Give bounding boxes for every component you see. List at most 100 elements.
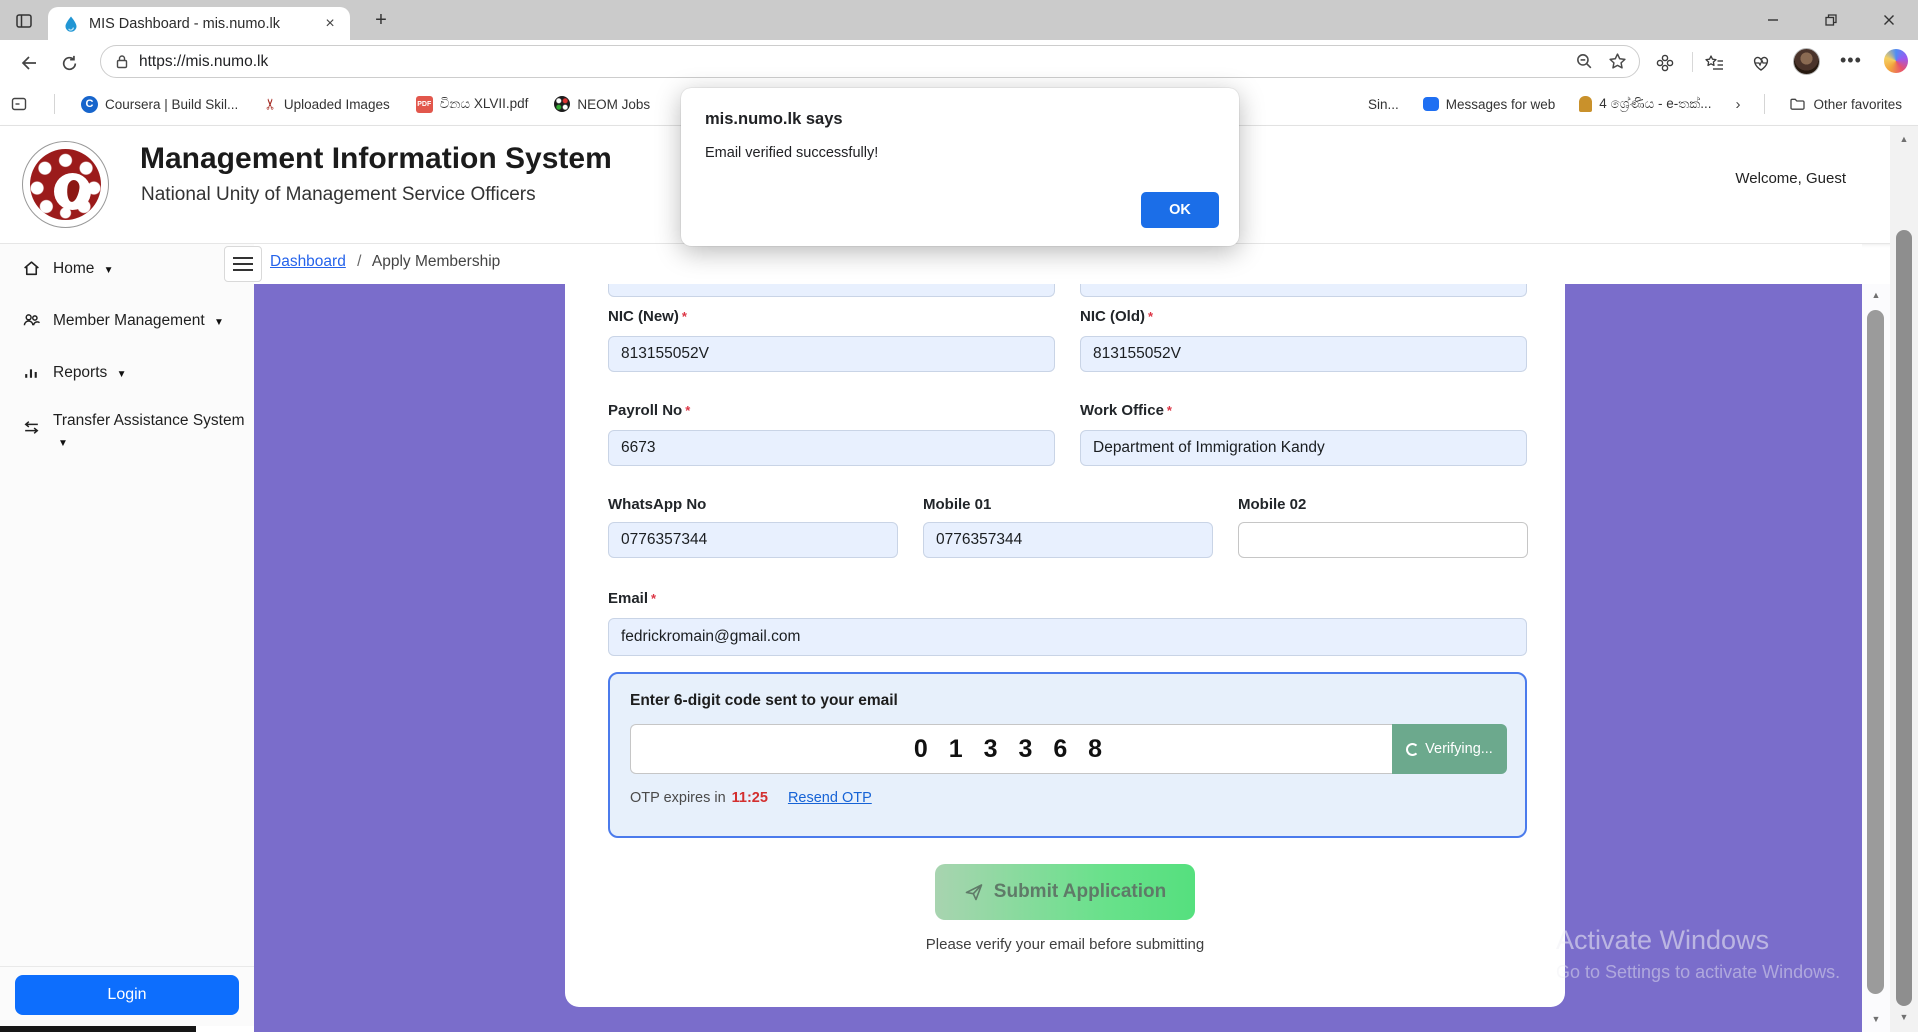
- browser-titlebar: MIS Dashboard - mis.numo.lk × +: [0, 0, 1918, 40]
- back-button[interactable]: [16, 50, 42, 76]
- content-scrollbar[interactable]: ▲ ▼: [1862, 284, 1890, 1032]
- sidebar: Home ▼ Member Management ▼ Reports ▼ Tra…: [0, 244, 254, 1026]
- organization-logo: [22, 141, 109, 228]
- submit-application-button[interactable]: Submit Application: [935, 864, 1195, 920]
- scroll-down-icon[interactable]: ▼: [1890, 1012, 1918, 1022]
- sidebar-toggle-button[interactable]: [224, 246, 262, 282]
- nic-new-field[interactable]: [608, 336, 1055, 372]
- verify-otp-button[interactable]: Verifying...: [1392, 724, 1507, 774]
- browser-tab[interactable]: MIS Dashboard - mis.numo.lk ×: [48, 7, 350, 40]
- bookmark-uploaded-images[interactable]: ✂ Uploaded Images: [264, 95, 389, 113]
- sidebar-item-home[interactable]: Home ▼: [0, 258, 254, 281]
- bookmark-pdf[interactable]: PDF විනය XLVII.pdf: [416, 96, 529, 113]
- caret-down-icon: ▼: [117, 369, 127, 380]
- mobile2-field[interactable]: [1238, 522, 1528, 558]
- otp-code-input[interactable]: [630, 724, 1392, 774]
- whatsapp-field[interactable]: [608, 522, 898, 558]
- neom-favicon-icon: [554, 96, 570, 112]
- scroll-up-icon[interactable]: ▲: [1890, 134, 1918, 144]
- address-bar[interactable]: https://mis.numo.lk: [100, 45, 1640, 78]
- close-window-button[interactable]: [1860, 0, 1918, 40]
- required-asterisk: *: [1167, 403, 1172, 418]
- application-form-card: NIC (New)* NIC (Old)* Payroll No* Work O…: [565, 284, 1565, 1007]
- other-favorites-button[interactable]: Other favorites: [1789, 96, 1902, 113]
- bookmark-messages-for-web[interactable]: Messages for web: [1423, 97, 1556, 112]
- settings-more-icon[interactable]: •••: [1840, 50, 1862, 71]
- url-text: https://mis.numo.lk: [139, 53, 1575, 71]
- resend-otp-link[interactable]: Resend OTP: [788, 790, 872, 806]
- messages-favicon-icon: [1423, 97, 1439, 111]
- otp-panel: Enter 6-digit code sent to your email Ve…: [608, 672, 1527, 838]
- mobile1-field[interactable]: [923, 522, 1213, 558]
- tab-actions-icon[interactable]: [12, 9, 36, 33]
- scroll-down-icon[interactable]: ▼: [1862, 1014, 1890, 1024]
- required-asterisk: *: [685, 403, 690, 418]
- bookmark-grade4[interactable]: 4 ශ්‍රේණිය - e-තක්...: [1579, 96, 1711, 112]
- tab-title: MIS Dashboard - mis.numo.lk: [89, 16, 320, 32]
- uploaded-images-favicon-icon: ✂: [262, 98, 280, 111]
- email-label: Email*: [608, 590, 656, 607]
- work-office-field[interactable]: [1080, 430, 1527, 466]
- favorite-star-icon[interactable]: [1608, 52, 1627, 71]
- login-button[interactable]: Login: [15, 975, 239, 1015]
- members-icon: [22, 311, 41, 330]
- refresh-button[interactable]: [56, 50, 82, 76]
- cropped-input-left[interactable]: [608, 284, 1055, 297]
- alert-ok-button[interactable]: OK: [1141, 192, 1219, 228]
- sidebar-item-reports[interactable]: Reports ▼: [0, 362, 254, 385]
- tab-close-icon[interactable]: ×: [320, 14, 340, 34]
- collections-icon[interactable]: [10, 95, 28, 113]
- window-scrollbar[interactable]: ▲ ▼: [1890, 126, 1918, 1032]
- extensions-icon[interactable]: [1652, 50, 1678, 76]
- breadcrumb-dashboard-link[interactable]: Dashboard: [270, 253, 346, 270]
- caret-down-icon: ▼: [58, 438, 68, 449]
- window-scrollbar-thumb[interactable]: [1896, 230, 1912, 1006]
- emblem-favicon-icon: [1579, 96, 1592, 112]
- bookmarks-overflow-chevron-icon[interactable]: ›: [1735, 96, 1740, 113]
- coursera-favicon-icon: C: [81, 96, 98, 113]
- content-scrollbar-thumb[interactable]: [1867, 310, 1884, 994]
- payroll-field[interactable]: [608, 430, 1055, 466]
- scroll-up-icon[interactable]: ▲: [1862, 290, 1890, 300]
- nic-old-label: NIC (Old)*: [1080, 308, 1153, 325]
- welcome-text: Welcome, Guest: [1735, 170, 1846, 187]
- sidebar-label-transfer-assistance: Transfer Assistance System: [53, 412, 245, 429]
- mobile1-label: Mobile 01: [923, 496, 991, 513]
- pdf-favicon-icon: PDF: [416, 96, 433, 113]
- zoom-out-icon[interactable]: [1575, 52, 1594, 71]
- cropped-input-right[interactable]: [1080, 284, 1527, 297]
- email-field[interactable]: [608, 618, 1527, 656]
- taskbar-edge: [0, 1026, 196, 1032]
- bookmark-coursera[interactable]: C Coursera | Build Skil...: [81, 96, 238, 113]
- activate-windows-watermark: Activate Windows: [1556, 925, 1769, 956]
- required-asterisk: *: [651, 591, 656, 606]
- bookmarks-divider-right: [1764, 94, 1765, 114]
- minimize-button[interactable]: [1744, 0, 1802, 40]
- site-subtitle: National Unity of Management Service Off…: [141, 184, 536, 206]
- caret-down-icon: ▼: [104, 265, 114, 276]
- favorites-list-icon[interactable]: [1702, 50, 1728, 76]
- otp-heading: Enter 6-digit code sent to your email: [630, 692, 898, 710]
- nic-old-field[interactable]: [1080, 336, 1527, 372]
- window-controls: [1744, 0, 1918, 40]
- whatsapp-label: WhatsApp No: [608, 496, 706, 513]
- restore-button[interactable]: [1802, 0, 1860, 40]
- spinner-icon: [1406, 743, 1419, 756]
- profile-avatar[interactable]: [1793, 48, 1820, 75]
- submit-note: Please verify your email before submitti…: [565, 936, 1565, 953]
- browser-essentials-icon[interactable]: [1748, 50, 1774, 76]
- sidebar-divider: [0, 966, 254, 967]
- site-title: Management Information System: [140, 142, 612, 176]
- site-favicon-icon: [62, 15, 80, 33]
- sidebar-item-member-management[interactable]: Member Management ▼: [0, 310, 254, 333]
- copilot-icon[interactable]: [1884, 49, 1908, 73]
- bookmark-neom-jobs[interactable]: NEOM Jobs: [554, 96, 650, 112]
- breadcrumb-separator: /: [357, 253, 361, 270]
- sidebar-label-reports: Reports: [53, 364, 107, 381]
- otp-expires-text: OTP expires in: [630, 790, 726, 806]
- home-icon: [22, 259, 41, 278]
- bookmarks-divider: [54, 94, 55, 114]
- bookmark-sin[interactable]: Sin...: [1368, 97, 1399, 112]
- new-tab-button[interactable]: +: [368, 8, 394, 34]
- sidebar-item-transfer-assistance[interactable]: Transfer Assistance System ▼: [0, 410, 254, 454]
